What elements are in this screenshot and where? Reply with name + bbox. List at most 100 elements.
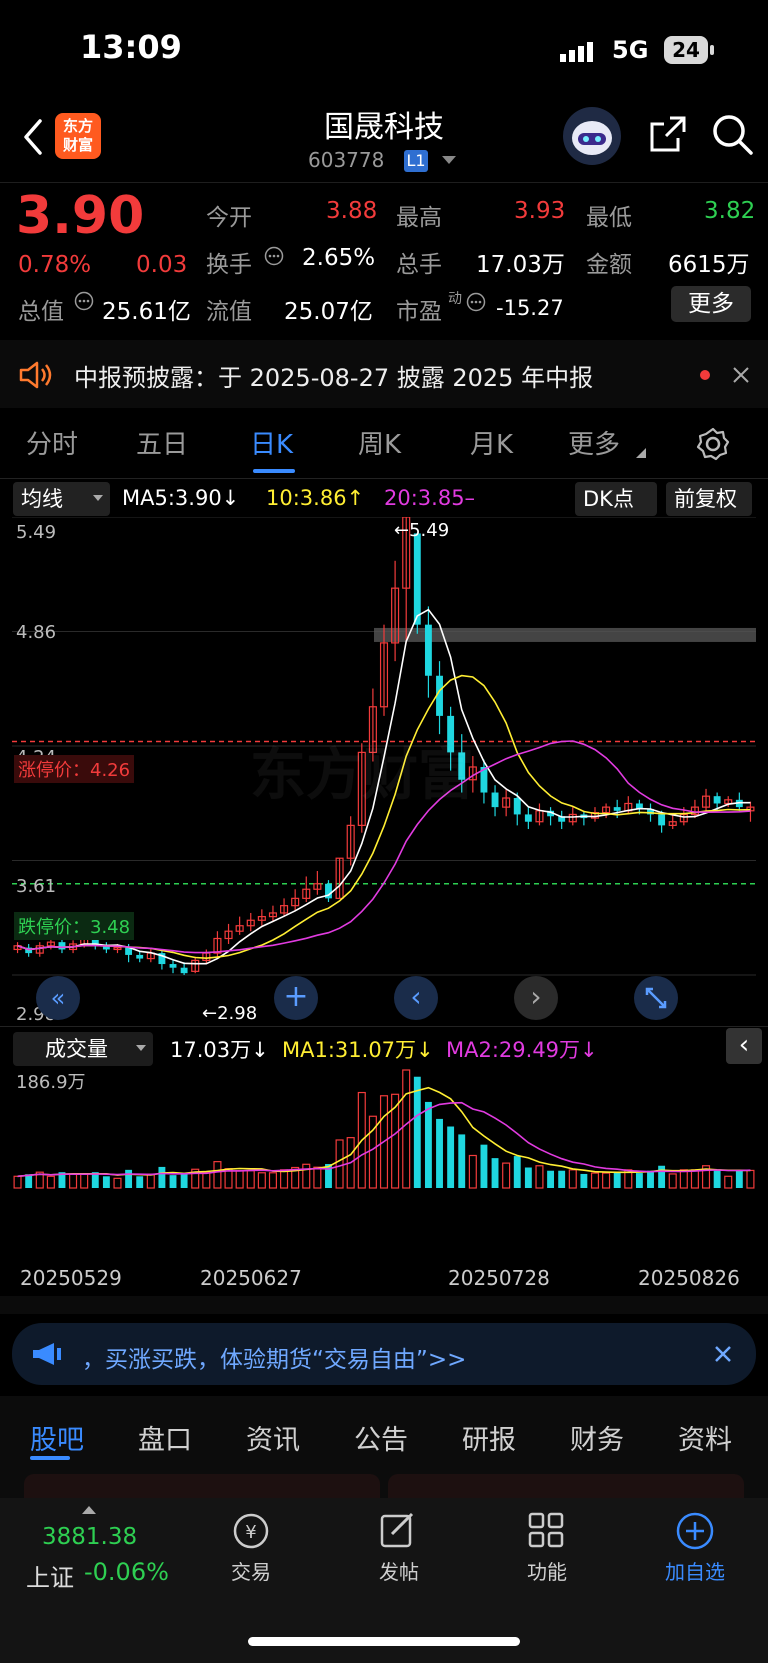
volume-bar [647, 1170, 654, 1188]
adjust-button[interactable]: 前复权 [666, 482, 752, 516]
info-icon[interactable] [264, 246, 284, 266]
volume-bar [158, 1166, 166, 1188]
volume-value: 17.03万 [476, 252, 565, 278]
y-tick-2: 4.86 [16, 622, 57, 643]
tab-daily-k[interactable]: 日K [250, 424, 293, 461]
volume-bar [436, 1118, 443, 1188]
search-icon[interactable] [712, 114, 754, 156]
volume-bar [69, 1173, 78, 1189]
float-label: 流值 [206, 299, 252, 325]
trade-icon[interactable]: ¥ [230, 1510, 272, 1552]
megaphone-icon [33, 1343, 61, 1365]
ma10-value: 10:3.86↑ [266, 486, 365, 510]
index-value[interactable]: 3881.38 [42, 1524, 137, 1550]
unread-dot [700, 370, 710, 380]
nav-functions[interactable]: 功能 [502, 1556, 592, 1585]
grid-icon[interactable] [526, 1510, 566, 1550]
indicator-select[interactable]: 成交量 [13, 1032, 153, 1066]
vol-ma1: MA1:31.07万↓ [282, 1038, 434, 1062]
dk-point-button[interactable]: DK点 [575, 482, 657, 516]
open-label: 今开 [206, 205, 252, 231]
turnover-value: 2.65% [302, 245, 376, 271]
volume-bar [590, 1172, 600, 1189]
rewind-button[interactable]: « [36, 976, 80, 1020]
next-button[interactable]: › [514, 976, 558, 1020]
volume-bar [246, 1170, 255, 1189]
vol-ma2: MA2:29.49万↓ [446, 1038, 598, 1062]
indicator-select-label: 成交量 [45, 1037, 108, 1061]
tab-news[interactable]: 资讯 [246, 1418, 300, 1457]
volume-bar [136, 1176, 144, 1188]
volume-chart[interactable] [12, 1064, 756, 1256]
add-watchlist-icon[interactable] [674, 1510, 716, 1552]
info-icon[interactable] [466, 292, 486, 312]
close-icon[interactable] [732, 366, 750, 384]
volume-bar [491, 1158, 499, 1188]
limit-down-label: 跌停价：3.48 [14, 912, 135, 940]
tab-forum[interactable]: 股吧 [30, 1418, 84, 1457]
collapse-button[interactable]: ‹ [726, 1028, 762, 1064]
volume-bar [468, 1154, 477, 1189]
candle [513, 798, 521, 815]
more-button[interactable]: 更多 [671, 286, 751, 322]
ma20-value: 20:3.85– [384, 486, 476, 510]
date-label: 20250728 [448, 1266, 550, 1290]
candle [424, 624, 432, 676]
volume-bar [46, 1175, 55, 1189]
close-icon[interactable] [714, 1345, 732, 1363]
notice-text[interactable]: 中报预披露：于 2025-08-27 披露 2025 年中报 [74, 358, 593, 393]
tab-orderbook[interactable]: 盘口 [138, 1418, 192, 1457]
index-change[interactable]: -0.06% [84, 1558, 169, 1586]
volume-bar [690, 1169, 699, 1189]
dropdown-icon[interactable] [442, 156, 456, 165]
tab-profile[interactable]: 资料 [678, 1418, 732, 1457]
nav-add-watchlist[interactable]: 加自选 [650, 1556, 740, 1585]
ma5-value: MA5:3.90↓ [122, 486, 240, 510]
fullscreen-icon[interactable] [634, 976, 678, 1020]
network-type: 5G [612, 36, 649, 64]
volume-bar [313, 1166, 322, 1189]
divider [0, 1026, 768, 1027]
index-name[interactable]: 上证 [26, 1558, 74, 1593]
nav-trade[interactable]: 交易 [206, 1556, 296, 1585]
status-time: 13:09 [80, 28, 182, 66]
tab-research[interactable]: 研报 [462, 1418, 516, 1457]
volume-bar [180, 1174, 188, 1188]
tab-announcements[interactable]: 公告 [354, 1418, 408, 1457]
change-pct: 0.78% [18, 252, 92, 278]
robot-avatar-icon[interactable] [562, 106, 622, 166]
candle [58, 942, 66, 950]
volume-bar [535, 1165, 544, 1189]
info-icon[interactable] [74, 291, 94, 311]
low-label: 最低 [586, 205, 632, 231]
prev-button[interactable]: ‹ [394, 976, 438, 1020]
tab-five-day[interactable]: 五日 [136, 424, 188, 461]
tab-intraday[interactable]: 分时 [26, 424, 78, 461]
volume-bar [480, 1144, 488, 1188]
change-value: 0.03 [136, 252, 188, 278]
divider [0, 478, 768, 479]
volume-bar [502, 1162, 511, 1189]
tab-weekly-k[interactable]: 周K [358, 424, 401, 461]
tab-financials[interactable]: 财务 [570, 1418, 624, 1457]
volume-bar [613, 1171, 621, 1188]
volume-bar [402, 1069, 411, 1189]
speaker-icon [19, 361, 52, 389]
ad-text[interactable]: ，买涨买跌，体验期货“交易自由”>> [82, 1340, 466, 1374]
zoom-in-button[interactable]: + [274, 976, 318, 1020]
signal-icon [560, 42, 593, 62]
divider [0, 182, 768, 183]
date-label: 20250627 [200, 1266, 302, 1290]
compose-icon[interactable] [378, 1510, 418, 1550]
level-badge[interactable]: L1 [404, 150, 428, 172]
more-corner-icon [636, 448, 646, 458]
volume-bar [280, 1169, 289, 1189]
tab-more[interactable]: 更多 [568, 424, 620, 461]
gear-icon[interactable] [696, 427, 730, 461]
tab-monthly-k[interactable]: 月K [470, 424, 513, 461]
volume-bar [125, 1169, 133, 1188]
battery-icon: 24 [664, 36, 708, 64]
volume-bar [547, 1170, 555, 1188]
nav-post[interactable]: 发帖 [354, 1556, 444, 1585]
share-icon[interactable] [648, 114, 688, 154]
